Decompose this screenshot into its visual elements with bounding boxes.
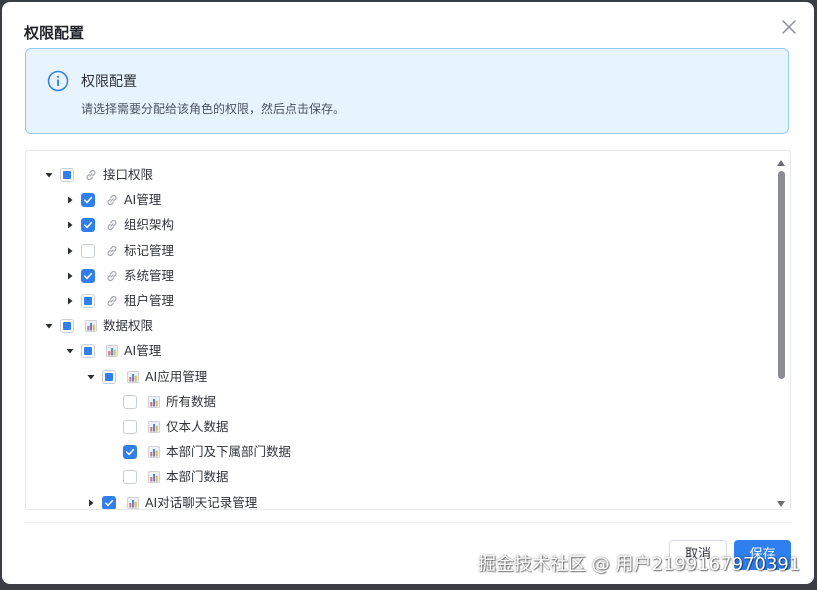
expander-placeholder <box>105 470 119 484</box>
tree-checkbox[interactable] <box>81 294 95 308</box>
scroll-down-arrow-icon[interactable] <box>776 497 786 509</box>
permission-dialog: 权限配置 权限配置 请选择需要分配给该角色的权限，然后点击保存。 接口权限 AI管… <box>2 2 814 584</box>
tree-checkbox[interactable] <box>81 193 95 208</box>
link-icon <box>105 269 119 283</box>
caret-down-icon[interactable] <box>42 168 56 182</box>
tree-checkbox[interactable] <box>81 268 95 283</box>
tree-checkbox[interactable] <box>102 495 116 509</box>
tree-node[interactable]: AI应用管理 <box>84 366 207 388</box>
info-icon <box>47 70 69 92</box>
caret-right-icon[interactable] <box>63 244 77 258</box>
tree-node-label: 组织架构 <box>124 217 175 233</box>
save-button[interactable]: 保存 <box>734 540 791 570</box>
link-icon <box>84 168 98 182</box>
expander-placeholder <box>105 420 119 434</box>
chart-icon <box>147 395 161 409</box>
tree-node-label: AI应用管理 <box>145 368 208 384</box>
tree-node-label: 接口权限 <box>103 167 154 182</box>
cancel-button[interactable]: 取消 <box>669 540 727 570</box>
caret-right-icon[interactable] <box>63 218 77 232</box>
scroll-up-arrow-icon[interactable] <box>776 156 786 171</box>
chart-icon <box>147 420 161 434</box>
link-icon <box>105 193 119 207</box>
tree-checkbox[interactable] <box>123 470 137 485</box>
caret-down-icon[interactable] <box>84 370 98 384</box>
close-icon[interactable] <box>778 16 800 38</box>
link-icon <box>105 294 119 308</box>
tree-checkbox[interactable] <box>81 218 95 233</box>
tree-node[interactable]: AI对话聊天记录管理 <box>84 492 258 510</box>
tree-node[interactable]: 数据权限 <box>42 315 153 337</box>
permission-tree: 接口权限 AI管理 组织架构 标记管理 系统管理 租户管理 数据权限 AI管理 AI应用管理 所有… <box>25 150 791 510</box>
tree-node-label: 本部门及下属部门数据 <box>166 444 292 460</box>
footer-divider <box>25 522 791 523</box>
tree-node[interactable]: 接口权限 <box>42 164 153 186</box>
tree-checkbox[interactable] <box>123 445 137 460</box>
tree-node[interactable]: 本部门及下属部门数据 <box>105 441 291 463</box>
tree-checkbox[interactable] <box>81 344 95 359</box>
tree-node-label: AI管理 <box>124 192 162 208</box>
tree-node-label: 租户管理 <box>124 293 175 308</box>
caret-right-icon[interactable] <box>63 193 77 207</box>
info-alert: 权限配置 请选择需要分配给该角色的权限，然后点击保存。 <box>25 48 789 134</box>
caret-down-icon[interactable] <box>63 344 77 358</box>
caret-right-icon[interactable] <box>63 269 77 283</box>
dialog-title: 权限配置 <box>24 24 85 42</box>
link-icon <box>105 218 119 232</box>
tree-node-label: 数据权限 <box>103 318 154 334</box>
tree-node[interactable]: 本部门数据 <box>105 466 229 488</box>
tree-checkbox[interactable] <box>123 420 137 434</box>
tree-node[interactable]: 仅本人数据 <box>105 416 229 438</box>
tree-node[interactable]: 组织架构 <box>63 214 174 236</box>
tree-node[interactable]: AI管理 <box>63 340 161 362</box>
chart-icon <box>147 445 161 459</box>
scrollbar-thumb[interactable] <box>778 171 785 379</box>
chart-icon <box>84 319 98 333</box>
tree-node-label: 系统管理 <box>124 267 175 283</box>
tree-node-label: 仅本人数据 <box>166 419 229 434</box>
caret-down-icon[interactable] <box>42 319 56 333</box>
tree-node[interactable]: 所有数据 <box>105 391 216 413</box>
tree-node[interactable]: 租户管理 <box>63 290 174 312</box>
tree-node-label: AI对话聊天记录管理 <box>145 494 258 510</box>
tree-checkbox[interactable] <box>60 168 74 182</box>
tree-checkbox[interactable] <box>123 394 137 409</box>
tree-node-label: 所有数据 <box>166 393 217 409</box>
tree-node-label: 标记管理 <box>124 242 175 258</box>
chart-icon <box>126 496 140 509</box>
caret-right-icon[interactable] <box>84 496 98 509</box>
link-icon <box>105 244 119 258</box>
alert-title: 权限配置 <box>81 74 137 90</box>
tree-node-label: 本部门数据 <box>166 469 229 485</box>
alert-description: 请选择需要分配给该角色的权限，然后点击保存。 <box>81 102 346 116</box>
chart-icon <box>105 344 119 358</box>
tree-node-label: AI管理 <box>124 343 162 359</box>
chart-icon <box>147 470 161 484</box>
tree-checkbox[interactable] <box>102 369 116 384</box>
expander-placeholder <box>105 395 119 409</box>
caret-right-icon[interactable] <box>63 294 77 308</box>
tree-checkbox[interactable] <box>60 319 74 334</box>
tree-checkbox[interactable] <box>81 243 95 258</box>
expander-placeholder <box>105 445 119 459</box>
chart-icon <box>126 370 140 384</box>
tree-node[interactable]: 标记管理 <box>63 240 174 262</box>
tree-node[interactable]: AI管理 <box>63 189 161 211</box>
tree-node[interactable]: 系统管理 <box>63 265 174 287</box>
